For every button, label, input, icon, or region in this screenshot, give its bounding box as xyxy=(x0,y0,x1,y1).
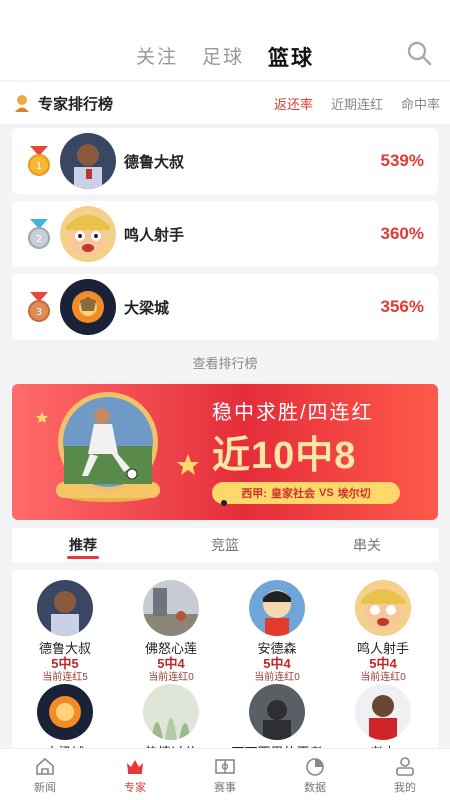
banner-match: 西甲: 皇家社会 VS 埃尔切 xyxy=(212,482,400,504)
user-icon xyxy=(396,757,414,776)
expert-name: 佛怒心莲 xyxy=(144,641,197,656)
crown-icon xyxy=(127,760,143,774)
expert-badge-icon xyxy=(15,95,29,112)
current-streak: 当前连红5 xyxy=(42,672,88,683)
search-icon[interactable] xyxy=(406,40,432,66)
expert-grid: 德鲁大叔 5中5 当前连红5 佛怒心莲 5中4 当前连红0 安德森 5中4 当前… xyxy=(12,570,438,750)
nav-news[interactable]: 新闻 xyxy=(0,749,90,800)
banner-away-team: 埃尔切 xyxy=(337,488,371,500)
sort-tab-return-rate[interactable]: 返还率 xyxy=(274,94,313,113)
expert-name: 德鲁大叔 xyxy=(124,153,185,171)
view-ranking-link[interactable]: 查看排行榜 xyxy=(0,353,450,372)
expert-card[interactable]: 德鲁大叔 5中5 当前连红5 xyxy=(12,580,118,684)
banner-vs: VS xyxy=(318,487,334,499)
return-rate: 539% xyxy=(380,151,424,170)
avatar xyxy=(60,133,116,189)
svg-text:1: 1 xyxy=(36,161,42,172)
expert-name: 鸣人射手 xyxy=(124,226,185,244)
banner-headline: 近10中8 xyxy=(212,435,357,477)
expert-card[interactable]: 可可西里的王者 xyxy=(224,684,330,750)
expert-name: 德鲁大叔 xyxy=(38,641,91,656)
avatar xyxy=(37,684,93,740)
expert-name: 鸣人射手 xyxy=(356,641,409,656)
bronze-medal-icon: 3 xyxy=(28,292,50,322)
bottom-nav: 新闻 专家 赛事 数据 我的 xyxy=(0,748,450,800)
silver-medal-icon: 2 xyxy=(28,219,50,249)
recent-record: 5中4 xyxy=(263,656,291,671)
nav-label: 赛事 xyxy=(214,782,236,794)
avatar xyxy=(143,684,199,740)
svg-text:3: 3 xyxy=(36,307,42,318)
recent-record: 5中5 xyxy=(51,656,79,671)
avatar xyxy=(355,580,411,636)
nav-data[interactable]: 数据 xyxy=(270,749,360,800)
ranking-sort-tabs: 返还率 近期连红 命中率 xyxy=(274,94,440,113)
avatar xyxy=(143,580,199,636)
nav-label: 我的 xyxy=(394,782,416,794)
nav-label: 专家 xyxy=(124,782,146,794)
tab-parlay[interactable]: 串关 xyxy=(296,528,438,562)
tab-football[interactable]: 足球 xyxy=(202,42,244,72)
expert-card[interactable]: 佛怒心莲 5中4 当前连红0 xyxy=(118,580,224,684)
svg-text:2: 2 xyxy=(36,234,42,245)
nav-label: 新闻 xyxy=(34,782,56,794)
expert-name: 大梁城 xyxy=(124,299,170,317)
current-streak: 当前连红0 xyxy=(254,672,300,683)
expert-card[interactable]: 老木 xyxy=(330,684,436,750)
avatar xyxy=(249,684,305,740)
ranking-header: 专家排行榜 返还率 近期连红 命中率 xyxy=(0,82,450,124)
pie-chart-icon xyxy=(306,758,324,776)
avatar xyxy=(60,206,116,262)
recent-record: 5中4 xyxy=(369,656,397,671)
tab-basketball[interactable]: 篮球 xyxy=(268,42,314,72)
avatar xyxy=(249,580,305,636)
sport-tabs: 关注 足球 篮球 xyxy=(0,42,450,72)
ranking-row[interactable]: 1 德鲁大叔 539% xyxy=(12,128,438,194)
avatar xyxy=(60,279,116,335)
return-rate: 360% xyxy=(380,224,424,243)
tab-basketball-lottery[interactable]: 竞篮 xyxy=(154,528,296,562)
nav-profile[interactable]: 我的 xyxy=(360,749,450,800)
avatar xyxy=(37,580,93,636)
top-bar: 关注 足球 篮球 xyxy=(0,0,450,80)
expert-category-tabs: 推荐 竞篮 串关 xyxy=(12,528,438,562)
gold-medal-icon: 1 xyxy=(28,146,50,176)
expert-card[interactable]: 鸣人射手 5中4 当前连红0 xyxy=(330,580,436,684)
avatar xyxy=(355,684,411,740)
banner-title: 稳中求胜/四连红 xyxy=(212,402,374,424)
carousel-indicator[interactable] xyxy=(221,500,227,506)
recent-record: 5中4 xyxy=(157,656,185,671)
banner-league: 西甲: xyxy=(241,488,267,500)
field-icon xyxy=(215,759,235,774)
current-streak: 当前连红0 xyxy=(360,672,406,683)
nav-label: 数据 xyxy=(304,782,326,794)
return-rate: 356% xyxy=(380,297,424,316)
sort-tab-streak[interactable]: 近期连红 xyxy=(331,94,383,113)
banner-home-team: 皇家社会 xyxy=(270,488,315,500)
ranking-title: 专家排行榜 xyxy=(38,95,114,113)
ranking-row[interactable]: 2 鸣人射手 360% xyxy=(12,201,438,267)
tab-recommend[interactable]: 推荐 xyxy=(12,528,154,562)
nav-matches[interactable]: 赛事 xyxy=(180,749,270,800)
expert-card[interactable]: 大梁城 xyxy=(12,684,118,750)
expert-card[interactable]: 安德森 5中4 当前连红0 xyxy=(224,580,330,684)
home-icon xyxy=(36,757,54,775)
sort-tab-hit-rate[interactable]: 命中率 xyxy=(401,94,440,113)
current-streak: 当前连红0 xyxy=(148,672,194,683)
expert-card[interactable]: 热情过分 xyxy=(118,684,224,750)
nav-experts[interactable]: 专家 xyxy=(90,749,180,800)
expert-name: 安德森 xyxy=(257,641,297,656)
ranking-row[interactable]: 3 大梁城 356% xyxy=(12,274,438,340)
tab-follow[interactable]: 关注 xyxy=(136,42,178,72)
